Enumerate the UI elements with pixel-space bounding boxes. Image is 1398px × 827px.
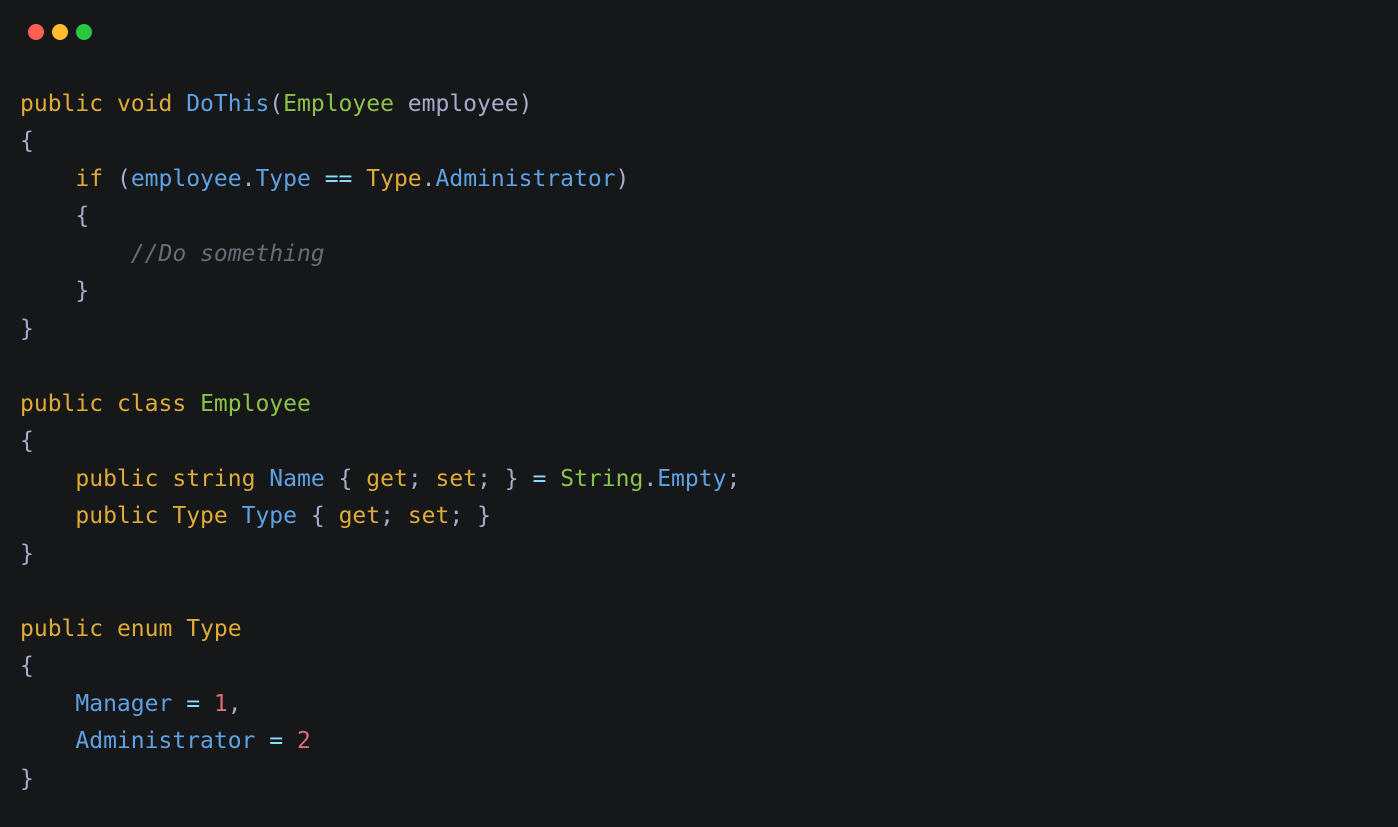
brace-close: } bbox=[505, 466, 519, 492]
paren-open: ( bbox=[269, 91, 283, 117]
identifier: employee bbox=[131, 166, 242, 192]
operator-assign: = bbox=[269, 728, 283, 754]
brace-open: { bbox=[75, 203, 89, 229]
keyword-public: public bbox=[75, 503, 158, 529]
type-ref: Type bbox=[366, 166, 421, 192]
semicolon: ; bbox=[477, 466, 491, 492]
paren-close: ) bbox=[616, 166, 630, 192]
brace-close: } bbox=[20, 766, 34, 792]
keyword-public: public bbox=[20, 91, 103, 117]
brace-close: } bbox=[20, 541, 34, 567]
param-name: employee bbox=[408, 91, 519, 117]
keyword-public: public bbox=[20, 391, 103, 417]
keyword-public: public bbox=[20, 616, 103, 642]
type-ref: String bbox=[560, 466, 643, 492]
dot: . bbox=[643, 466, 657, 492]
enum-member: Administrator bbox=[436, 166, 616, 192]
brace-close: } bbox=[477, 503, 491, 529]
semicolon: ; bbox=[408, 466, 422, 492]
brace-close: } bbox=[75, 278, 89, 304]
minimize-icon[interactable] bbox=[52, 24, 68, 40]
type-ref: Type bbox=[172, 503, 227, 529]
number-literal: 2 bbox=[297, 728, 311, 754]
method-name: DoThis bbox=[186, 91, 269, 117]
keyword-string: string bbox=[172, 466, 255, 492]
param-type: Employee bbox=[283, 91, 394, 117]
brace-open: { bbox=[20, 128, 34, 154]
dot: . bbox=[422, 166, 436, 192]
keyword-void: void bbox=[117, 91, 172, 117]
enum-member: Administrator bbox=[75, 728, 255, 754]
brace-open: { bbox=[311, 503, 325, 529]
brace-open: { bbox=[339, 466, 353, 492]
brace-close: } bbox=[20, 316, 34, 342]
maximize-icon[interactable] bbox=[76, 24, 92, 40]
operator-assign: = bbox=[533, 466, 547, 492]
comma: , bbox=[228, 691, 242, 717]
member: Empty bbox=[657, 466, 726, 492]
property-name: Name bbox=[269, 466, 324, 492]
comment: //Do something bbox=[131, 241, 325, 267]
property: Type bbox=[255, 166, 310, 192]
brace-open: { bbox=[20, 428, 34, 454]
close-icon[interactable] bbox=[28, 24, 44, 40]
semicolon: ; bbox=[726, 466, 740, 492]
operator-assign: = bbox=[186, 691, 200, 717]
accessor-get: get bbox=[339, 503, 381, 529]
number-literal: 1 bbox=[214, 691, 228, 717]
paren-close: ) bbox=[519, 91, 533, 117]
accessor-set: set bbox=[408, 503, 450, 529]
keyword-class: class bbox=[117, 391, 186, 417]
accessor-set: set bbox=[436, 466, 478, 492]
enum-name: Type bbox=[186, 616, 241, 642]
property-name: Type bbox=[242, 503, 297, 529]
operator-eq: == bbox=[325, 166, 353, 192]
enum-member: Manager bbox=[75, 691, 172, 717]
keyword-public: public bbox=[75, 466, 158, 492]
window-titlebar bbox=[0, 0, 1398, 40]
code-editor[interactable]: public void DoThis(Employee employee) { … bbox=[0, 40, 1398, 818]
brace-open: { bbox=[20, 653, 34, 679]
accessor-get: get bbox=[366, 466, 408, 492]
class-name: Employee bbox=[200, 391, 311, 417]
paren-open: ( bbox=[117, 166, 131, 192]
keyword-if: if bbox=[75, 166, 103, 192]
dot: . bbox=[242, 166, 256, 192]
semicolon: ; bbox=[449, 503, 463, 529]
semicolon: ; bbox=[380, 503, 394, 529]
keyword-enum: enum bbox=[117, 616, 172, 642]
